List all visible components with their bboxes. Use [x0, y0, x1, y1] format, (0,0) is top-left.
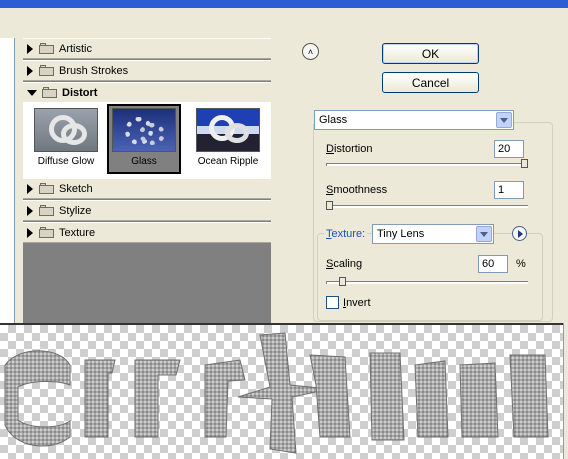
texture-select[interactable]: Tiny Lens — [372, 224, 494, 244]
distort-filter-thumbnails: Diffuse Glow Glass Ocean Ripple — [23, 102, 271, 178]
preview-scrollbar[interactable] — [563, 323, 568, 459]
filter-thumb-ocean-ripple[interactable]: Ocean Ripple — [193, 106, 263, 172]
filter-thumb-label: Glass — [131, 156, 157, 167]
chevron-down-icon — [476, 226, 492, 242]
image-preview[interactable] — [0, 323, 568, 459]
category-brush-strokes[interactable]: Brush Strokes — [23, 60, 271, 81]
scaling-input[interactable]: 60 — [478, 255, 508, 273]
invert-label: Invert — [343, 297, 371, 309]
scaling-slider-thumb[interactable] — [339, 277, 346, 286]
chevron-up-icon: ˄ — [307, 46, 314, 57]
category-label: Sketch — [59, 182, 93, 195]
smoothness-input[interactable]: 1 — [494, 181, 524, 199]
texture-menu-button[interactable] — [512, 226, 527, 241]
distortion-slider-track[interactable] — [326, 163, 528, 166]
triangle-right-icon — [27, 65, 33, 76]
category-sketch[interactable]: Sketch — [23, 178, 271, 199]
category-distort[interactable]: Distort — [23, 82, 271, 103]
filter-thumb-diffuse-glow[interactable]: Diffuse Glow — [31, 106, 101, 172]
category-label: Distort — [62, 86, 98, 99]
distortion-label: Distortion — [326, 143, 373, 155]
filter-thumb-glass[interactable]: Glass — [107, 104, 181, 174]
texture-label: Texture: — [324, 228, 368, 240]
triangle-right-icon — [27, 227, 33, 238]
category-label: Texture — [59, 226, 96, 239]
diffuse-glow-thumbnail — [34, 108, 98, 152]
scaling-slider-track[interactable] — [326, 281, 528, 284]
triangle-down-icon — [27, 89, 37, 96]
scaling-label: Scaling — [326, 258, 363, 270]
folder-open-icon — [42, 87, 57, 98]
category-label: Artistic — [59, 42, 92, 55]
smoothness-slider-thumb[interactable] — [326, 201, 333, 210]
glass-thumbnail — [112, 108, 176, 152]
smoothness-slider-track[interactable] — [326, 205, 528, 208]
folder-icon — [39, 43, 54, 54]
arrow-right-icon — [517, 229, 523, 238]
category-texture[interactable]: Texture — [23, 222, 271, 243]
triangle-right-icon — [27, 205, 33, 216]
filter-thumb-label: Ocean Ripple — [197, 156, 259, 167]
window-title-bar — [0, 0, 568, 8]
category-artistic[interactable]: Artistic — [23, 38, 271, 59]
preview-scroll-area[interactable] — [0, 38, 15, 323]
category-label: Brush Strokes — [59, 64, 129, 77]
folder-icon — [39, 65, 54, 76]
triangle-right-icon — [27, 183, 33, 194]
filter-thumb-label: Diffuse Glow — [37, 156, 95, 167]
category-label: Stylize — [59, 204, 92, 217]
chevron-down-icon — [496, 112, 512, 128]
filter-list: Artistic Brush Strokes Distort Diffuse G… — [23, 38, 271, 323]
cancel-button[interactable]: Cancel — [382, 72, 479, 93]
collapse-panel-button[interactable]: ˄ — [302, 43, 319, 60]
ocean-ripple-thumbnail — [196, 108, 260, 152]
distortion-slider-thumb[interactable] — [521, 159, 528, 168]
glass-text-preview — [4, 332, 549, 454]
folder-icon — [39, 227, 54, 238]
smoothness-label: Smoothness — [326, 184, 388, 196]
invert-checkbox[interactable] — [326, 296, 339, 309]
category-stylize[interactable]: Stylize — [23, 200, 271, 221]
filter-select-value: Glass — [319, 114, 348, 126]
filter-select[interactable]: Glass — [314, 110, 514, 130]
texture-select-value: Tiny Lens — [377, 228, 425, 240]
triangle-right-icon — [27, 43, 33, 54]
folder-icon — [39, 205, 54, 216]
scaling-unit: % — [516, 258, 526, 270]
distortion-input[interactable]: 20 — [494, 140, 524, 158]
folder-icon — [39, 183, 54, 194]
ok-button[interactable]: OK — [382, 43, 479, 64]
